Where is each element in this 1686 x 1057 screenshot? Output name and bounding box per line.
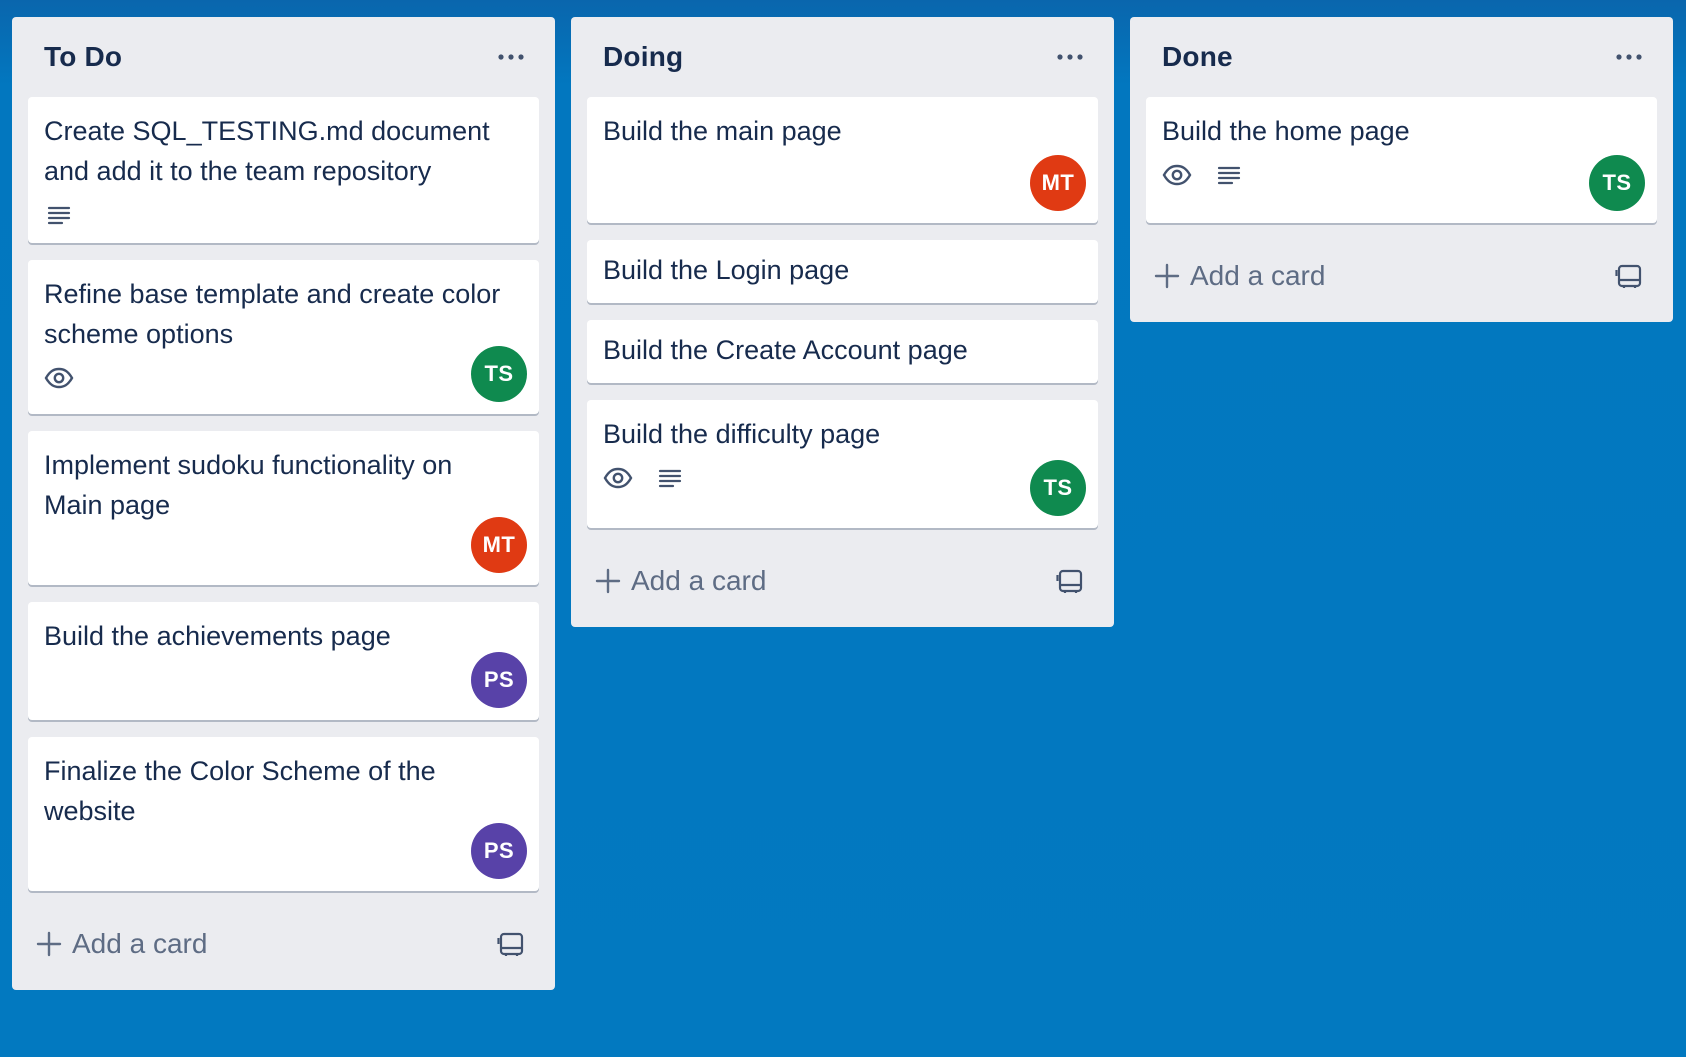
avatar[interactable]: PS (471, 823, 527, 879)
list-header: To Do (28, 17, 539, 97)
card[interactable]: Build the home page TS (1146, 97, 1657, 223)
card[interactable]: Build the Create Account page (587, 320, 1098, 383)
plus-icon (595, 568, 621, 594)
plus-icon (1154, 263, 1180, 289)
add-card-button[interactable]: Add a card (36, 928, 207, 960)
add-card-row: Add a card (587, 545, 1098, 617)
card-badges (1162, 157, 1641, 193)
card-title: Finalize the Color Scheme of the website (44, 756, 436, 826)
card-title: Implement sudoku functionality on Main p… (44, 450, 453, 520)
eye-icon (44, 363, 74, 393)
card-badges (44, 197, 523, 233)
create-from-template-icon[interactable] (1052, 563, 1088, 599)
add-card-button[interactable]: Add a card (1154, 260, 1325, 292)
card-title: Build the difficulty page (603, 419, 881, 449)
card-title: Refine base template and create color sc… (44, 279, 501, 349)
description-icon (655, 463, 685, 493)
card-badges (44, 360, 523, 396)
card[interactable]: Build the achievements page PS (28, 602, 539, 720)
create-from-template-icon[interactable] (1611, 258, 1647, 294)
card[interactable]: Refine base template and create color sc… (28, 260, 539, 414)
description-icon (44, 200, 74, 230)
card-badges (603, 460, 1082, 496)
card[interactable]: Finalize the Color Scheme of the website… (28, 737, 539, 891)
list-header: Doing (587, 17, 1098, 97)
more-options-icon[interactable] (491, 37, 531, 77)
card-list: Build the home page TS (1146, 97, 1657, 240)
add-card-label: Add a card (631, 565, 767, 596)
add-card-button[interactable]: Add a card (595, 565, 766, 597)
list-header: Done (1146, 17, 1657, 97)
avatar[interactable]: MT (1030, 155, 1086, 211)
list-done: Done Build the home page TS Add a card (1130, 17, 1673, 322)
avatar[interactable]: TS (1589, 155, 1645, 211)
add-card-label: Add a card (1190, 260, 1326, 291)
card-title: Build the Login page (603, 255, 850, 285)
add-card-row: Add a card (1146, 240, 1657, 312)
avatar[interactable]: PS (471, 652, 527, 708)
avatar[interactable]: TS (1030, 460, 1086, 516)
card-title: Build the Create Account page (603, 335, 968, 365)
add-card-row: Add a card (28, 908, 539, 980)
eye-icon (603, 463, 633, 493)
card[interactable]: Build the main page MT (587, 97, 1098, 223)
avatar[interactable]: MT (471, 517, 527, 573)
card[interactable]: Create SQL_TESTING.md document and add i… (28, 97, 539, 243)
card-title: Build the main page (603, 116, 842, 146)
more-options-icon[interactable] (1050, 37, 1090, 77)
card-list: Build the main page MT Build the Login p… (587, 97, 1098, 545)
list-title[interactable]: To Do (44, 41, 122, 73)
list-title[interactable]: Done (1162, 41, 1233, 73)
eye-icon (1162, 160, 1192, 190)
more-options-icon[interactable] (1609, 37, 1649, 77)
list-title[interactable]: Doing (603, 41, 683, 73)
create-from-template-icon[interactable] (493, 926, 529, 962)
card-title: Build the home page (1162, 116, 1410, 146)
card[interactable]: Build the Login page (587, 240, 1098, 303)
list-doing: Doing Build the main page MT Build the L… (571, 17, 1114, 627)
description-icon (1214, 160, 1244, 190)
list-to-do: To Do Create SQL_TESTING.md document and… (12, 17, 555, 990)
card[interactable]: Implement sudoku functionality on Main p… (28, 431, 539, 585)
card-list: Create SQL_TESTING.md document and add i… (28, 97, 539, 908)
card[interactable]: Build the difficulty page TS (587, 400, 1098, 528)
plus-icon (36, 931, 62, 957)
card-title: Create SQL_TESTING.md document and add i… (44, 116, 490, 186)
avatar[interactable]: TS (471, 346, 527, 402)
card-title: Build the achievements page (44, 621, 391, 651)
add-card-label: Add a card (72, 928, 208, 959)
board: To Do Create SQL_TESTING.md document and… (12, 17, 1673, 990)
